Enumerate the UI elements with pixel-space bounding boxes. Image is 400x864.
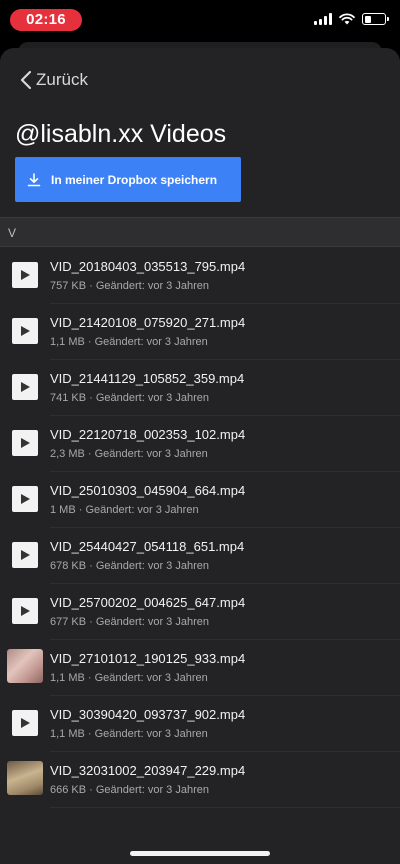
file-meta: 678 KB · Geändert: vor 3 Jahren	[50, 560, 209, 572]
file-row[interactable]: VID_32031002_203947_229.mp4 666 KB · Geä…	[0, 752, 400, 808]
chevron-left-icon	[20, 70, 32, 90]
file-row[interactable]: VID_22120718_002353_102.mp4 2,3 MB · Geä…	[0, 416, 400, 472]
file-meta: 2,3 MB · Geändert: vor 3 Jahren	[50, 448, 208, 460]
file-row[interactable]: VID_30390420_093737_902.mp4 1,1 MB · Geä…	[0, 696, 400, 752]
section-header: V	[0, 217, 400, 247]
play-icon	[12, 430, 38, 456]
play-icon	[12, 598, 38, 624]
file-name: VID_30390420_093737_902.mp4	[50, 707, 246, 722]
file-row[interactable]: VID_27101012_190125_933.mp4 1,1 MB · Geä…	[0, 640, 400, 696]
file-name: VID_25700202_004625_647.mp4	[50, 595, 246, 610]
download-icon	[27, 172, 41, 186]
back-label: Zurück	[36, 70, 88, 89]
file-meta: 677 KB · Geändert: vor 3 Jahren	[50, 616, 209, 628]
play-icon	[12, 486, 38, 512]
home-indicator[interactable]	[130, 851, 270, 856]
file-row[interactable]: VID_25010303_045904_664.mp4 1 MB · Geänd…	[0, 472, 400, 528]
file-name: VID_21420108_075920_271.mp4	[50, 315, 246, 330]
file-name: VID_21441129_105852_359.mp4	[50, 371, 245, 386]
file-meta: 666 KB · Geändert: vor 3 Jahren	[50, 784, 209, 796]
play-icon	[12, 318, 38, 344]
section-label: V	[8, 226, 17, 240]
wifi-icon	[339, 13, 355, 25]
video-thumbnail	[7, 649, 43, 683]
file-meta: 1,1 MB · Geändert: vor 3 Jahren	[50, 336, 208, 348]
file-meta: 1,1 MB · Geändert: vor 3 Jahren	[50, 672, 208, 684]
file-name: VID_32031002_203947_229.mp4	[50, 763, 246, 778]
page-title: @lisabln.xx Videos	[15, 120, 227, 148]
cellular-signal-icon	[314, 13, 332, 25]
file-list: VID_20180403_035513_795.mp4 757 KB · Geä…	[0, 248, 400, 808]
file-row[interactable]: VID_25440427_054118_651.mp4 678 KB · Geä…	[0, 528, 400, 584]
play-icon	[12, 542, 38, 568]
file-name: VID_27101012_190125_933.mp4	[50, 651, 246, 666]
file-name: VID_22120718_002353_102.mp4	[50, 427, 246, 442]
file-meta: 757 KB · Geändert: vor 3 Jahren	[50, 280, 209, 292]
battery-icon	[362, 13, 389, 25]
file-row[interactable]: VID_21441129_105852_359.mp4 741 KB · Geä…	[0, 360, 400, 416]
file-row[interactable]: VID_20180403_035513_795.mp4 757 KB · Geä…	[0, 248, 400, 304]
file-meta: 1,1 MB · Geändert: vor 3 Jahren	[50, 728, 208, 740]
status-time[interactable]: 02:16	[10, 9, 82, 31]
file-row[interactable]: VID_21420108_075920_271.mp4 1,1 MB · Geä…	[0, 304, 400, 360]
file-name: VID_20180403_035513_795.mp4	[50, 259, 246, 274]
file-name: VID_25440427_054118_651.mp4	[50, 539, 245, 554]
video-thumbnail	[7, 761, 43, 795]
file-name: VID_25010303_045904_664.mp4	[50, 483, 246, 498]
back-button[interactable]: Zurück	[20, 70, 88, 90]
file-meta: 741 KB · Geändert: vor 3 Jahren	[50, 392, 209, 404]
status-icons	[314, 13, 389, 25]
play-icon	[12, 710, 38, 736]
play-icon	[12, 374, 38, 400]
file-row[interactable]: VID_25700202_004625_647.mp4 677 KB · Geä…	[0, 584, 400, 640]
save-to-dropbox-button[interactable]: In meiner Dropbox speichern	[15, 157, 241, 202]
play-icon	[12, 262, 38, 288]
file-meta: 1 MB · Geändert: vor 3 Jahren	[50, 504, 199, 516]
save-button-label: In meiner Dropbox speichern	[51, 172, 218, 187]
status-bar: 02:16	[0, 0, 400, 44]
modal-sheet: Zurück @lisabln.xx Videos In meiner Drop…	[0, 48, 400, 864]
